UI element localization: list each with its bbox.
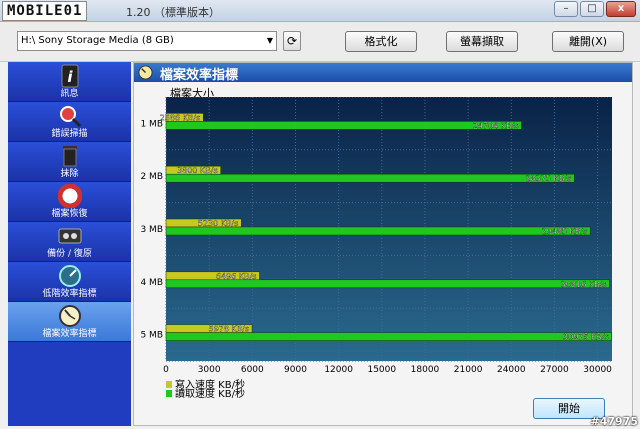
window-title: 1.20 （標準版本）	[126, 6, 220, 19]
sidebar-item-error-scan[interactable]: 錯誤掃描	[8, 102, 131, 142]
sidebar-item-label: 抹除	[60, 169, 79, 179]
data-label: 24704 KB/s	[473, 121, 519, 130]
screen-capture-button[interactable]: 螢幕擷取	[446, 31, 518, 52]
exit-button[interactable]: 離開(X)	[552, 31, 624, 52]
format-button[interactable]: 格式化	[345, 31, 417, 52]
sidebar-item-label: 檔案效率指標	[42, 329, 97, 339]
x-tick-label: 3000	[198, 365, 221, 375]
tape-icon	[58, 228, 81, 244]
y-tick-label: 4 MB	[140, 278, 163, 288]
chevron-down-icon: ▼	[266, 36, 273, 45]
bar	[165, 173, 575, 183]
data-label: 30975 KB/s	[563, 333, 609, 342]
sidebar-item-low-level-benchmark[interactable]: 低階效率指標	[8, 262, 131, 302]
data-label: 28375 KB/s	[526, 174, 572, 183]
x-tick-label: 9000	[284, 365, 307, 375]
sidebar-item-backup-restore[interactable]: 備份 / 復原	[8, 222, 131, 262]
sidebar-item-label: 備份 / 復原	[47, 249, 92, 259]
bar	[165, 226, 591, 236]
x-tick-label: 0	[163, 365, 169, 375]
info-icon: i	[61, 64, 78, 88]
sidebar-item-label: 檔案恢復	[51, 209, 88, 219]
svg-text:i: i	[67, 68, 73, 86]
legend-swatch	[166, 390, 172, 397]
lifebuoy-icon	[57, 184, 82, 208]
y-tick-label: 5 MB	[140, 331, 163, 341]
legend-swatch	[166, 381, 172, 388]
chart-area: 0 3000 6000 9000 12000 15000 18000 21000 24000 27…	[134, 96, 632, 427]
refresh-button[interactable]: ⟳	[283, 31, 301, 51]
toolbar: H:\ Sony Storage Media (8 GB) ▼ ⟳ 格式化 螢幕…	[0, 22, 640, 62]
sidebar-item-info[interactable]: i 訊息	[8, 62, 131, 102]
data-label: 3800 KB/s	[177, 166, 218, 175]
x-tick-label: 18000	[411, 365, 440, 375]
x-tick-label: 15000	[367, 365, 396, 375]
sidebar-item-label: 低階效率指標	[42, 289, 97, 299]
bar	[165, 121, 522, 130]
sidebar: i 訊息 錯誤掃描 抹除 檔案恢復 備份 / 復原 低階效率指標 檔案效率指標	[8, 62, 131, 426]
magnifier-icon	[59, 106, 81, 128]
y-tick-label: 3 MB	[140, 225, 163, 235]
x-tick-label: 12000	[324, 365, 353, 375]
maximize-button[interactable]: □	[580, 1, 604, 17]
gauge-icon	[58, 265, 81, 287]
legend-entry: 讀取速度 KB/秒	[175, 387, 245, 400]
minimize-button[interactable]: –	[554, 1, 578, 17]
y-tick-label: 2 MB	[140, 172, 163, 182]
drive-select-value: H:\ Sony Storage Media (8 GB)	[21, 35, 174, 46]
mobile01-logo: MOBILE01	[2, 1, 88, 21]
watermark: #47975	[590, 415, 639, 428]
data-label: 29485 KB/s	[542, 227, 588, 236]
x-tick-label: 27000	[540, 365, 569, 375]
sidebar-item-file-recovery[interactable]: 檔案恢復	[8, 182, 131, 222]
benchmark-panel: 檔案效率指標 檔案大小 0 3000 6000 9000 12000 15000 18000…	[133, 62, 633, 426]
x-tick-label: 21000	[454, 365, 483, 375]
bar	[165, 332, 612, 341]
refresh-icon: ⟳	[286, 34, 298, 48]
clock-icon	[138, 65, 153, 80]
x-tick-label: 6000	[241, 365, 264, 375]
sidebar-item-label: 錯誤掃描	[51, 129, 88, 139]
speed-chart: 0 3000 6000 9000 12000 15000 18000 21000 24000 27…	[140, 96, 612, 400]
data-label: 5230 KB/s	[198, 219, 239, 228]
drive-select[interactable]: H:\ Sony Storage Media (8 GB) ▼	[17, 31, 277, 51]
sidebar-item-label: 訊息	[60, 89, 79, 99]
x-tick-label: 30000	[583, 365, 612, 375]
data-label: 5978 KB/s	[209, 325, 250, 334]
sidebar-item-file-benchmark[interactable]: 檔案效率指標	[8, 302, 131, 342]
sidebar-item-erase[interactable]: 抹除	[8, 142, 131, 182]
clock-icon	[58, 305, 81, 327]
window-controls: – □ x	[554, 1, 636, 17]
data-label: 30816 KB/s	[561, 280, 607, 289]
panel-header: 檔案效率指標	[134, 63, 632, 83]
panel-title: 檔案效率指標	[160, 68, 239, 83]
data-label: 6496 KB/s	[216, 272, 256, 281]
title-bar: MOBILE01 1.20 （標準版本） – □ x	[0, 0, 640, 22]
x-tick-label: 24000	[497, 365, 526, 375]
trash-icon	[62, 146, 77, 167]
close-button[interactable]: x	[606, 1, 636, 17]
bar	[165, 279, 610, 289]
data-label: 2586 KB/s	[160, 113, 201, 122]
